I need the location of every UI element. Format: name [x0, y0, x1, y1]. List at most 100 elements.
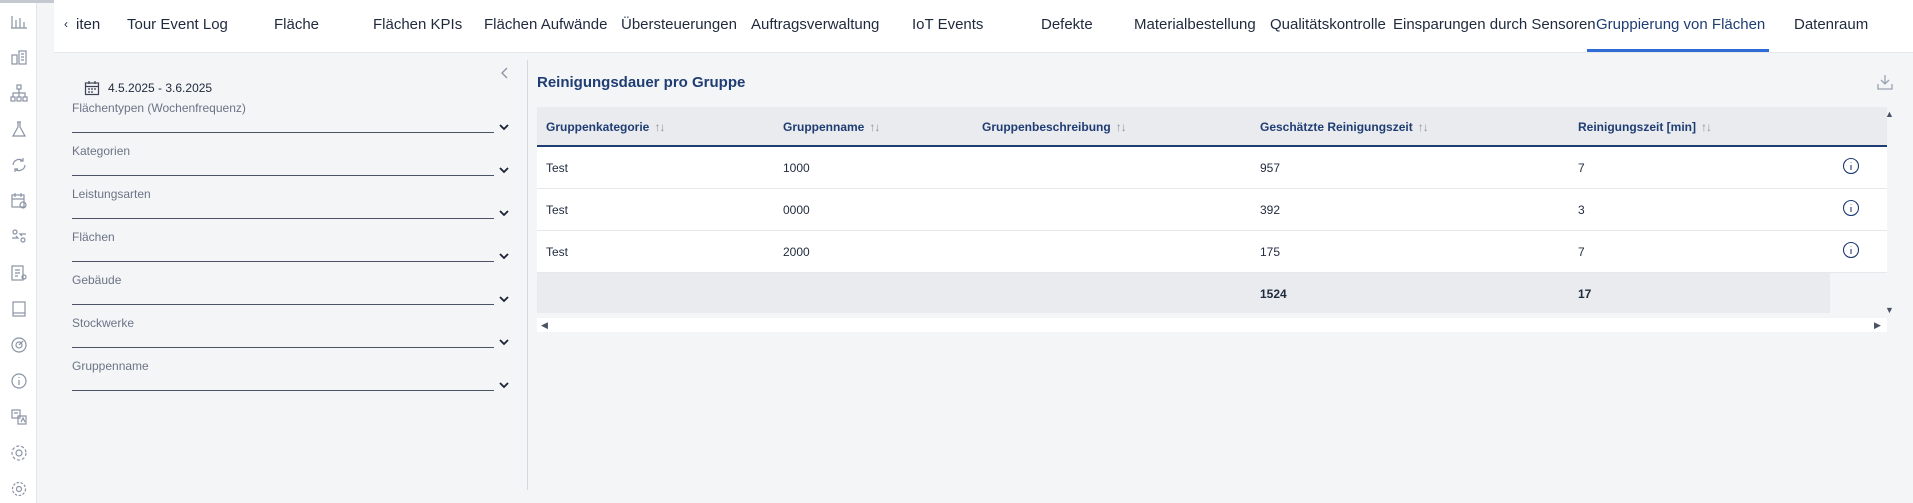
field-underline	[72, 347, 494, 348]
totals-background	[537, 273, 1830, 313]
filter-label: Gebäude	[72, 273, 122, 287]
filter-leistungsarten[interactable]: Leistungsarten	[72, 187, 511, 231]
chevron-down-icon[interactable]	[497, 120, 511, 134]
hierarchy-icon[interactable]	[10, 84, 28, 102]
sort-icon: ↑↓	[1115, 120, 1127, 134]
book-icon[interactable]	[10, 300, 28, 318]
sort-icon: ↑↓	[869, 120, 880, 134]
reinigungsdauer-card: Reinigungsdauer pro Gruppe Gruppenkatego…	[535, 60, 1905, 345]
filter-kategorien[interactable]: Kategorien	[72, 144, 511, 188]
refresh-cycle-icon[interactable]	[10, 156, 28, 174]
flask-icon[interactable]	[10, 120, 28, 138]
settings-group-icon[interactable]	[10, 444, 28, 462]
info-icon[interactable]	[1842, 241, 1860, 259]
tab-prev-overflow[interactable]: iten	[76, 16, 100, 33]
cell-gruppenkategorie: Test	[546, 245, 569, 259]
col-header-geschaetzte-reinigungszeit[interactable]: Geschätzte Reinigungszeit ↑↓	[1260, 120, 1429, 134]
gear-icon[interactable]	[10, 480, 28, 498]
tab-datenraum[interactable]: Datenraum	[1794, 16, 1868, 33]
chevron-down-icon[interactable]	[497, 378, 511, 392]
col-header-gruppenname[interactable]: Gruppenname ↑↓	[783, 120, 880, 134]
building-chart-icon[interactable]	[10, 48, 28, 66]
cell-geschaetzte-reinigungszeit: 392	[1260, 203, 1281, 217]
chevron-down-icon[interactable]	[497, 292, 511, 306]
table-row[interactable]: Test 0000 392 3	[537, 189, 1887, 231]
tab-iot-events[interactable]: IoT Events	[912, 16, 983, 33]
calendar-settings-icon[interactable]	[10, 192, 28, 210]
scroll-up-icon[interactable]: ▲	[1885, 109, 1894, 119]
field-underline	[72, 390, 494, 391]
info-icon[interactable]	[1842, 157, 1860, 175]
filter-label: Flächen	[72, 230, 115, 244]
filter-panel: 4.5.2025 - 3.6.2025 Flächentypen (Wochen…	[54, 60, 528, 490]
tab-bar: ‹ iten Tour Event Log Fläche Flächen KPI…	[54, 0, 1913, 53]
date-range-picker[interactable]: 4.5.2025 - 3.6.2025	[84, 80, 212, 96]
document-list-icon[interactable]	[10, 264, 28, 282]
date-range-text: 4.5.2025 - 3.6.2025	[108, 81, 213, 95]
tab-scroll-left-icon[interactable]: ‹	[64, 17, 68, 31]
info-circle-icon[interactable]	[10, 372, 28, 390]
tab-flaechen-aufwaende[interactable]: Flächen Aufwände	[484, 16, 607, 33]
tab-qualitaetskontrolle[interactable]: Qualitätskontrolle	[1270, 16, 1386, 33]
table-row[interactable]: Test 2000 175 7	[537, 231, 1887, 273]
sort-icon: ↑↓	[654, 120, 665, 134]
tab-gruppierung-von-flaechen[interactable]: Gruppierung von Flächen	[1596, 16, 1765, 33]
chevron-down-icon[interactable]	[497, 335, 511, 349]
download-icon[interactable]	[1876, 73, 1894, 91]
chevron-down-icon[interactable]	[497, 206, 511, 220]
calendar-icon	[84, 81, 100, 96]
tab-auftragsverwaltung[interactable]: Auftragsverwaltung	[751, 16, 879, 33]
filter-label: Leistungsarten	[72, 187, 151, 201]
tab-flaeche[interactable]: Fläche	[274, 16, 319, 33]
collapse-panel-icon[interactable]	[498, 66, 512, 80]
field-underline	[72, 261, 494, 262]
cell-gruppenname: 0000	[783, 203, 810, 217]
card-title: Reinigungsdauer pro Gruppe	[537, 74, 746, 91]
side-icon-rail	[0, 3, 37, 503]
chevron-down-icon[interactable]	[497, 249, 511, 263]
tab-materialbestellung[interactable]: Materialbestellung	[1134, 16, 1256, 33]
cell-reinigungszeit-min: 7	[1578, 161, 1585, 175]
gauge-icon[interactable]	[10, 336, 28, 354]
vertical-scrollbar[interactable]: ▲ ▼	[1883, 107, 1897, 320]
sort-icon: ↑↓	[1417, 120, 1429, 134]
filter-gebaeude[interactable]: Gebäude	[72, 273, 511, 317]
filter-label: Stockwerke	[72, 316, 135, 330]
total-reinigungszeit-min: 17	[1578, 287, 1592, 301]
filter-stockwerke[interactable]: Stockwerke	[72, 316, 511, 360]
field-underline	[72, 175, 494, 176]
tab-flaechen-kpis[interactable]: Flächen KPIs	[373, 16, 462, 33]
filter-label: Flächentypen (Wochenfrequenz)	[72, 101, 246, 115]
active-tab-indicator	[1587, 49, 1769, 52]
horizontal-scrollbar[interactable]: ◀ ▶	[537, 318, 1887, 332]
tab-uebersteuerungen[interactable]: Übersteuerungen	[621, 16, 737, 33]
col-header-gruppenkategorie[interactable]: Gruppenkategorie ↑↓	[546, 120, 665, 134]
col-header-reinigungszeit-min[interactable]: Reinigungszeit [min] ↑↓	[1578, 120, 1712, 134]
tab-einsparungen-durch-sensoren[interactable]: Einsparungen durch Sensoren	[1393, 16, 1596, 33]
filter-flaechentypen[interactable]: Flächentypen (Wochenfrequenz)	[72, 101, 511, 145]
cell-reinigungszeit-min: 3	[1578, 203, 1585, 217]
totals-row: 1524 17	[537, 273, 1887, 313]
filter-flaechen[interactable]: Flächen	[72, 230, 511, 274]
swap-people-icon[interactable]	[10, 228, 28, 246]
tab-tour-event-log[interactable]: Tour Event Log	[127, 16, 228, 33]
tab-defekte[interactable]: Defekte	[1041, 16, 1093, 33]
translate-icon[interactable]	[10, 408, 28, 426]
filter-gruppenname[interactable]: Gruppenname	[72, 359, 511, 403]
bar-chart-icon[interactable]	[10, 12, 28, 30]
cell-gruppenname: 2000	[783, 245, 810, 259]
chevron-down-icon[interactable]	[497, 163, 511, 177]
scroll-right-icon[interactable]: ▶	[1874, 320, 1881, 331]
col-header-gruppenbeschreibung[interactable]: Gruppenbeschreibung ↑↓	[982, 120, 1127, 134]
table-row[interactable]: Test 1000 957 7	[537, 147, 1887, 189]
filter-label: Gruppenname	[72, 359, 149, 373]
cell-reinigungszeit-min: 7	[1578, 245, 1585, 259]
scroll-down-icon[interactable]: ▼	[1885, 305, 1894, 315]
groups-table: Gruppenkategorie ↑↓ Gruppenname ↑↓ Gruppen…	[537, 107, 1887, 313]
cell-geschaetzte-reinigungszeit: 175	[1260, 245, 1281, 259]
info-icon[interactable]	[1842, 199, 1860, 217]
cell-gruppenkategorie: Test	[546, 161, 569, 175]
table-header: Gruppenkategorie ↑↓ Gruppenname ↑↓ Gruppen…	[537, 107, 1887, 147]
field-underline	[72, 132, 494, 133]
scroll-left-icon[interactable]: ◀	[541, 320, 548, 331]
